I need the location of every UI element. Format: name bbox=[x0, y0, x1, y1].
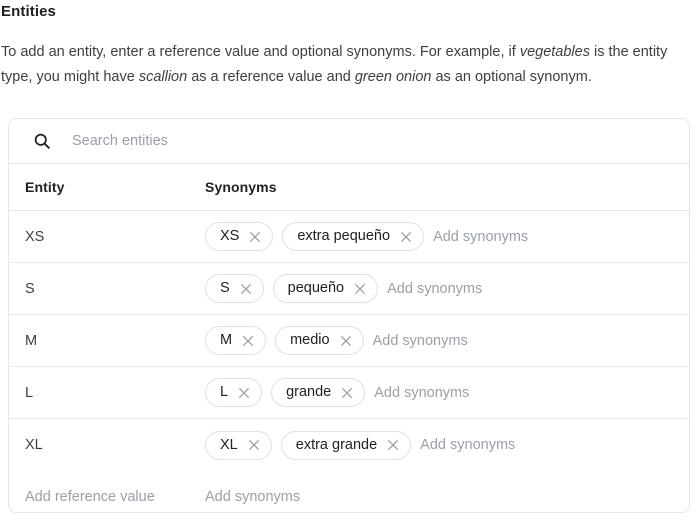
close-icon[interactable] bbox=[238, 281, 254, 297]
synonym-chip-label: XL bbox=[220, 436, 238, 453]
synonym-chip[interactable]: L bbox=[205, 378, 263, 407]
close-icon[interactable] bbox=[338, 333, 354, 349]
add-synonyms-placeholder[interactable]: Add synonyms bbox=[374, 385, 469, 401]
add-entity-row[interactable]: Add reference value Add synonyms bbox=[9, 471, 689, 512]
close-icon[interactable] bbox=[246, 437, 262, 453]
entity-name: XS bbox=[25, 228, 45, 245]
entities-card: Entity Synonyms XS XS extra pequeño Add syn… bbox=[8, 118, 690, 513]
description-text: as a reference value and bbox=[187, 69, 355, 85]
table-row[interactable]: S Spequeño Add synonyms bbox=[9, 263, 689, 315]
synonym-chip-label: M bbox=[220, 332, 233, 349]
entity-name: L bbox=[25, 384, 34, 401]
close-icon[interactable] bbox=[247, 229, 263, 245]
description-emphasis: scallion bbox=[138, 69, 188, 85]
add-synonyms-placeholder[interactable]: Add synonyms bbox=[433, 229, 528, 245]
synonym-chip[interactable]: XL bbox=[205, 430, 272, 460]
synonym-chip-label: extra pequeño bbox=[297, 228, 391, 245]
synonym-chip-label: grande bbox=[286, 384, 332, 401]
table-row[interactable]: M Mmedio Add synonyms bbox=[9, 315, 689, 367]
close-icon[interactable] bbox=[339, 385, 355, 401]
search-bar[interactable] bbox=[9, 119, 689, 164]
synonyms-cell[interactable]: Spequeño Add synonyms bbox=[205, 274, 689, 303]
synonym-chip[interactable]: S bbox=[205, 274, 264, 303]
synonym-chip[interactable]: M bbox=[205, 326, 267, 355]
synonyms-cell[interactable]: Mmedio Add synonyms bbox=[205, 326, 689, 355]
close-icon[interactable] bbox=[240, 333, 256, 349]
add-synonyms-placeholder[interactable]: Add synonyms bbox=[387, 281, 482, 297]
entities-page: Entities To add an entity, enter a refer… bbox=[0, 0, 696, 521]
add-reference-value-cell[interactable]: Add reference value bbox=[9, 489, 205, 505]
add-synonyms-placeholder[interactable]: Add synonyms bbox=[373, 333, 468, 349]
synonym-chip[interactable]: extra grande bbox=[280, 430, 412, 460]
column-header-synonyms: Synonyms bbox=[205, 179, 277, 195]
table-header-row: Entity Synonyms bbox=[9, 164, 689, 211]
table-row[interactable]: XS XS extra pequeño Add synonyms bbox=[9, 211, 689, 263]
synonym-chip[interactable]: XS bbox=[205, 222, 274, 251]
table-row[interactable]: XL XL extra grande Add synonyms bbox=[9, 419, 689, 471]
synonym-chip-label: S bbox=[220, 280, 230, 297]
description-text: as an optional synonym. bbox=[431, 69, 592, 85]
table-body: XS XS extra pequeño Add synonyms S Spequeño Ad… bbox=[9, 211, 689, 471]
close-icon[interactable] bbox=[352, 281, 368, 297]
page-description: To add an entity, enter a reference valu… bbox=[1, 40, 695, 90]
close-icon[interactable] bbox=[398, 229, 414, 245]
entity-cell[interactable]: M bbox=[9, 333, 205, 349]
synonym-chip-label: pequeño bbox=[287, 280, 345, 297]
entity-cell[interactable]: XS bbox=[9, 229, 205, 245]
synonym-chip[interactable]: medio bbox=[275, 326, 364, 355]
close-icon[interactable] bbox=[236, 385, 252, 401]
entity-name: M bbox=[25, 332, 38, 349]
entity-cell[interactable]: L bbox=[9, 385, 205, 401]
add-synonyms-placeholder[interactable]: Add synonyms bbox=[420, 437, 515, 453]
synonym-chip-label: XS bbox=[220, 228, 240, 245]
add-synonyms-placeholder: Add synonyms bbox=[205, 489, 301, 505]
synonym-chip-label: extra grande bbox=[295, 436, 378, 453]
entity-name: XL bbox=[25, 437, 43, 453]
synonym-chip[interactable]: extra pequeño bbox=[282, 222, 425, 251]
synonyms-cell[interactable]: XL extra grande Add synonyms bbox=[205, 430, 689, 460]
search-input[interactable] bbox=[72, 130, 673, 152]
synonym-chip[interactable]: pequeño bbox=[272, 274, 379, 303]
description-text: To add an entity, enter a reference valu… bbox=[1, 44, 520, 60]
description-emphasis: green onion bbox=[354, 69, 432, 85]
add-synonyms-cell[interactable]: Add synonyms bbox=[205, 489, 689, 505]
synonym-chip[interactable]: grande bbox=[271, 378, 366, 407]
entities-table: Entity Synonyms XS XS extra pequeño Add syn… bbox=[9, 164, 689, 512]
entity-cell[interactable]: S bbox=[9, 281, 205, 297]
description-emphasis: vegetables bbox=[519, 44, 590, 60]
table-row[interactable]: L Lgrande Add synonyms bbox=[9, 367, 689, 419]
synonyms-cell[interactable]: XS extra pequeño Add synonyms bbox=[205, 222, 689, 251]
synonyms-cell[interactable]: Lgrande Add synonyms bbox=[205, 378, 689, 407]
page-title: Entities bbox=[1, 3, 56, 20]
synonym-chip-label: L bbox=[220, 384, 229, 401]
close-icon[interactable] bbox=[385, 437, 401, 453]
synonym-chip-label: medio bbox=[290, 332, 330, 349]
entity-name: S bbox=[25, 280, 35, 297]
entity-cell[interactable]: XL bbox=[9, 437, 205, 453]
add-reference-value-placeholder: Add reference value bbox=[25, 489, 155, 505]
column-header-entity: Entity bbox=[25, 179, 65, 195]
search-icon bbox=[34, 133, 50, 149]
